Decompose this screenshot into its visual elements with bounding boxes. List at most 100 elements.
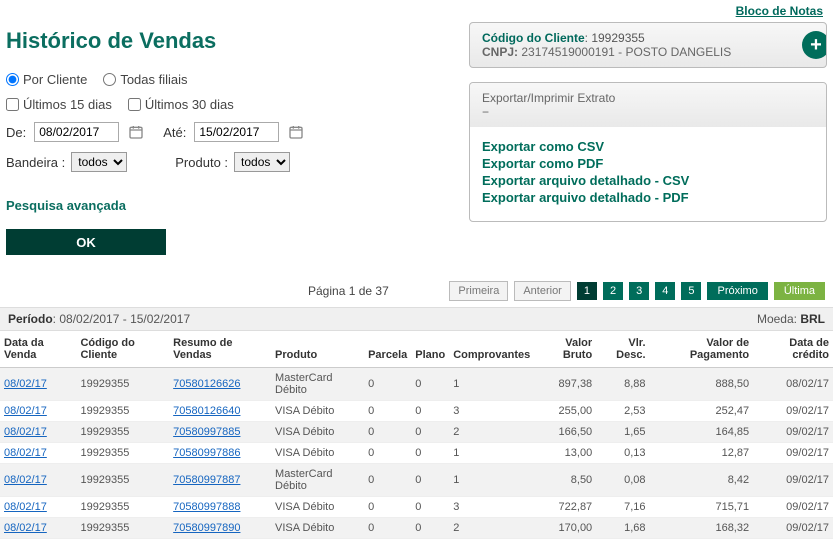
cell-data-venda: 08/02/17	[0, 443, 76, 464]
th-desc[interactable]: Vlr. Desc.	[596, 331, 649, 368]
cell-parcela: 0	[364, 443, 411, 464]
export-csv-link[interactable]: Exportar como CSV	[482, 139, 814, 154]
cell-desc: 1,65	[596, 422, 649, 443]
cell-credito: 09/02/17	[753, 443, 833, 464]
table-row: 08/02/171992935570580126640VISA Débito00…	[0, 401, 833, 422]
cell-credito: 09/02/17	[753, 497, 833, 518]
radio-todas-filiais-input[interactable]	[103, 73, 116, 86]
export-det-csv-link[interactable]: Exportar arquivo detalhado - CSV	[482, 173, 814, 188]
cell-resumo: 70580997887	[169, 464, 271, 497]
pager-page-1[interactable]: 1	[577, 282, 597, 300]
cell-resumo: 70580997886	[169, 443, 271, 464]
cell-comprovantes: 1	[449, 464, 534, 497]
th-resumo[interactable]: Resumo de Vendas	[169, 331, 271, 368]
page-info: Página 1 de 37	[8, 284, 389, 298]
pager-page-2[interactable]: 2	[603, 282, 623, 300]
check-15-dias[interactable]: Últimos 15 dias	[6, 97, 112, 112]
de-input[interactable]	[34, 122, 119, 142]
resumo-link[interactable]: 70580997887	[173, 474, 240, 486]
data-venda-link[interactable]: 08/02/17	[4, 426, 47, 438]
resumo-link[interactable]: 70580997885	[173, 426, 240, 438]
th-plano[interactable]: Plano	[411, 331, 449, 368]
resumo-link[interactable]: 70580997886	[173, 447, 240, 459]
cell-produto: MasterCard Débito	[271, 368, 364, 401]
data-venda-link[interactable]: 08/02/17	[4, 501, 47, 513]
pager-page-3[interactable]: 3	[629, 282, 649, 300]
radio-todas-filiais[interactable]: Todas filiais	[103, 72, 187, 87]
th-credito[interactable]: Data de crédito	[753, 331, 833, 368]
pesquisa-avancada-link[interactable]: Pesquisa avançada	[6, 198, 126, 213]
expand-icon[interactable]: +	[802, 31, 827, 59]
pager-first[interactable]: Primeira	[449, 281, 508, 301]
produto-select[interactable]: todos	[234, 152, 290, 172]
cell-parcela: 0	[364, 518, 411, 539]
cell-produto: VISA Débito	[271, 422, 364, 443]
export-det-pdf-link[interactable]: Exportar arquivo detalhado - PDF	[482, 190, 814, 205]
th-comprovantes[interactable]: Comprovantes	[449, 331, 534, 368]
radio-por-cliente[interactable]: Por Cliente	[6, 72, 87, 87]
th-parcela[interactable]: Parcela	[364, 331, 411, 368]
cell-data-venda: 08/02/17	[0, 497, 76, 518]
pager-prev[interactable]: Anterior	[514, 281, 571, 301]
collapse-icon[interactable]: −	[482, 105, 814, 119]
th-data-venda[interactable]: Data da Venda	[0, 331, 76, 368]
table-row: 08/02/171992935570580997890VISA Débito00…	[0, 518, 833, 539]
resumo-link[interactable]: 70580126626	[173, 378, 240, 390]
pager-next[interactable]: Próximo	[707, 282, 767, 300]
th-produto[interactable]: Produto	[271, 331, 364, 368]
cell-desc: 2,53	[596, 401, 649, 422]
cell-credito: 09/02/17	[753, 464, 833, 497]
data-venda-link[interactable]: 08/02/17	[4, 522, 47, 534]
ate-input[interactable]	[194, 122, 279, 142]
data-venda-link[interactable]: 08/02/17	[4, 474, 47, 486]
data-venda-link[interactable]: 08/02/17	[4, 378, 47, 390]
cell-bruto: 255,00	[534, 401, 596, 422]
cell-comprovantes: 3	[449, 401, 534, 422]
cell-credito: 09/02/17	[753, 518, 833, 539]
calendar-icon[interactable]	[287, 123, 305, 141]
data-venda-link[interactable]: 08/02/17	[4, 447, 47, 459]
cell-desc: 1,68	[596, 518, 649, 539]
th-bruto[interactable]: Valor Bruto	[534, 331, 596, 368]
cell-produto: VISA Débito	[271, 401, 364, 422]
cell-bruto: 8,50	[534, 464, 596, 497]
resumo-link[interactable]: 70580126640	[173, 405, 240, 417]
cell-plano: 0	[411, 464, 449, 497]
codigo-cliente-label: Código do Cliente	[482, 31, 585, 45]
resumo-link[interactable]: 70580997888	[173, 501, 240, 513]
cell-produto: MasterCard Débito	[271, 464, 364, 497]
check-15-dias-input[interactable]	[6, 98, 19, 111]
pager-last[interactable]: Última	[774, 282, 825, 300]
codigo-cliente-value: 19929355	[591, 31, 644, 45]
pager-page-5[interactable]: 5	[681, 282, 701, 300]
cell-resumo: 70580126626	[169, 368, 271, 401]
de-label: De:	[6, 125, 26, 140]
client-panel: Código do Cliente: 19929355 CNPJ: 231745…	[469, 22, 827, 68]
cell-pagto: 168,32	[650, 518, 754, 539]
cell-parcela: 0	[364, 497, 411, 518]
radio-por-cliente-input[interactable]	[6, 73, 19, 86]
periodo-value: 08/02/2017 - 15/02/2017	[59, 312, 190, 326]
export-pdf-link[interactable]: Exportar como PDF	[482, 156, 814, 171]
check-30-dias-input[interactable]	[128, 98, 141, 111]
cell-credito: 08/02/17	[753, 368, 833, 401]
check-30-dias[interactable]: Últimos 30 dias	[128, 97, 234, 112]
th-cod-cliente[interactable]: Código do Cliente	[76, 331, 169, 368]
th-pagto[interactable]: Valor de Pagamento	[650, 331, 754, 368]
cnpj-value: 23174519000191 - POSTO DANGELIS	[521, 45, 731, 59]
data-venda-link[interactable]: 08/02/17	[4, 405, 47, 417]
cell-plano: 0	[411, 518, 449, 539]
cell-data-venda: 08/02/17	[0, 464, 76, 497]
pager-page-4[interactable]: 4	[655, 282, 675, 300]
resumo-link[interactable]: 70580997890	[173, 522, 240, 534]
cell-plano: 0	[411, 422, 449, 443]
cell-comprovantes: 2	[449, 422, 534, 443]
cell-produto: VISA Débito	[271, 497, 364, 518]
cell-parcela: 0	[364, 401, 411, 422]
bloco-notas-link[interactable]: Bloco de Notas	[736, 4, 823, 18]
radio-todas-filiais-label: Todas filiais	[120, 72, 187, 87]
cell-resumo: 70580997885	[169, 422, 271, 443]
ok-button[interactable]: OK	[6, 229, 166, 255]
calendar-icon[interactable]	[127, 123, 145, 141]
bandeira-select[interactable]: todos	[71, 152, 127, 172]
